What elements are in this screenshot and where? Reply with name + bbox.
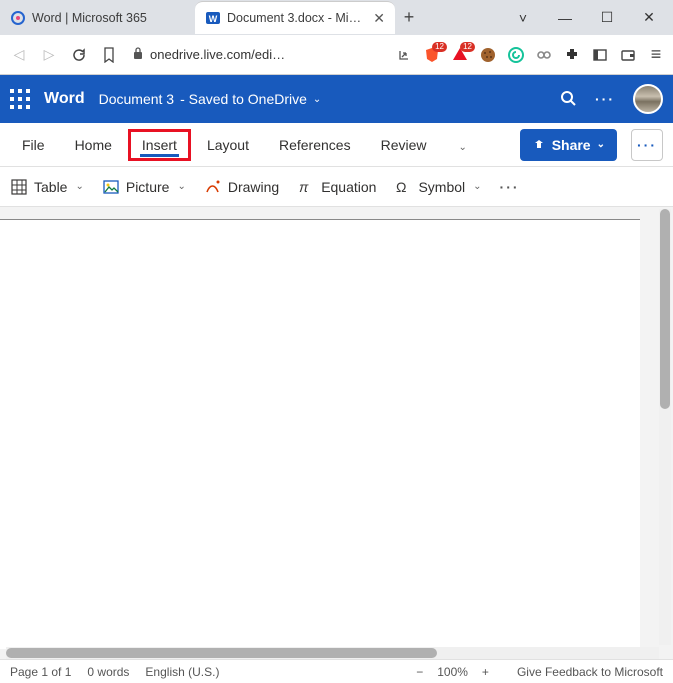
hamburger-menu-icon[interactable]: ≡ (645, 44, 667, 66)
svg-text:Ω: Ω (396, 179, 406, 195)
picture-button[interactable]: Picture ⌄ (102, 178, 186, 196)
lock-icon (132, 46, 144, 63)
search-icon[interactable] (559, 89, 577, 110)
more-options-icon[interactable]: ··· (595, 91, 615, 107)
symbol-button[interactable]: Ω Symbol ⌄ (394, 178, 481, 196)
symbol-label: Symbol (418, 179, 465, 195)
maximize-button[interactable]: ☐ (587, 9, 627, 26)
language[interactable]: English (U.S.) (145, 665, 219, 679)
doc-name: Document 3 (99, 91, 174, 107)
url-text: onedrive.live.com/edi… (150, 47, 285, 62)
chevron-down-icon: ⌄ (313, 94, 321, 105)
share-label: Share (552, 137, 591, 153)
word-title-bar: Word Document 3 - Saved to OneDrive ⌄ ··… (0, 75, 673, 123)
window-controls: ˅ — ☐ ✕ (503, 0, 669, 35)
chevron-down-icon: ⌄ (597, 139, 605, 150)
save-status: - Saved to OneDrive (180, 91, 307, 107)
share-button[interactable]: Share ⌄ (520, 129, 617, 161)
vertical-scroll-thumb[interactable] (660, 209, 670, 409)
user-avatar[interactable] (633, 84, 663, 114)
status-bar: Page 1 of 1 0 words English (U.S.) − 100… (0, 659, 673, 683)
toolbar-more-icon[interactable]: ··· (500, 179, 520, 195)
new-tab-button[interactable]: + (395, 4, 423, 32)
cookie-icon[interactable] (477, 44, 499, 66)
bookmark-icon[interactable] (96, 42, 122, 68)
extensions-icon[interactable] (561, 44, 583, 66)
browser-tab-inactive[interactable]: Word | Microsoft 365 (0, 1, 195, 34)
office-icon (10, 10, 26, 26)
tab-title: Document 3.docx - Micros (227, 11, 367, 25)
wallet-icon[interactable] (617, 44, 639, 66)
zoom-in-button[interactable]: + (482, 665, 489, 679)
badge: 12 (432, 42, 447, 52)
document-workspace (0, 207, 673, 659)
chevron-down-icon: ⌄ (75, 181, 83, 192)
insert-toolbar: Table ⌄ Picture ⌄ Drawing π Equation Ω Sym… (0, 167, 673, 207)
chevron-down-icon: ⌄ (177, 181, 185, 192)
caret-down-icon[interactable]: ˅ (503, 10, 543, 26)
svg-text:π: π (299, 179, 309, 195)
app-name[interactable]: Word (44, 90, 85, 108)
word-count[interactable]: 0 words (87, 665, 129, 679)
tab-home[interactable]: Home (63, 131, 124, 159)
drawing-button[interactable]: Drawing (204, 178, 279, 196)
table-label: Table (34, 179, 67, 195)
tab-file[interactable]: File (10, 131, 57, 159)
tab-review[interactable]: Review (369, 131, 439, 159)
app-launcher-icon[interactable] (10, 89, 30, 109)
reload-button[interactable] (66, 42, 92, 68)
close-window-button[interactable]: ✕ (629, 9, 669, 26)
badge: 12 (460, 42, 475, 52)
feedback-link[interactable]: Give Feedback to Microsoft (517, 665, 663, 679)
horizontal-scrollbar[interactable] (6, 647, 659, 659)
ribbon-tabs: File Home Insert Layout References Revie… (0, 123, 673, 167)
more-tabs-chevron[interactable]: ⌄ (444, 131, 478, 159)
tab-insert[interactable]: Insert (130, 131, 189, 159)
browser-address-bar: ◁ ▷ onedrive.live.com/edi… 12 12 (0, 35, 673, 75)
svg-text:W: W (209, 14, 218, 24)
chevron-down-icon: ⌄ (473, 181, 481, 192)
horizontal-scroll-thumb[interactable] (6, 648, 437, 658)
close-icon[interactable]: ✕ (373, 10, 385, 27)
tab-layout[interactable]: Layout (195, 131, 261, 159)
document-title[interactable]: Document 3 - Saved to OneDrive ⌄ (99, 91, 322, 107)
zoom-level[interactable]: 100% (437, 665, 468, 679)
share-icon[interactable] (393, 44, 415, 66)
tab-title: Word | Microsoft 365 (32, 11, 185, 25)
drawing-label: Drawing (228, 179, 279, 195)
brave-shield-icon[interactable]: 12 (421, 44, 443, 66)
picture-label: Picture (126, 179, 170, 195)
browser-tab-active[interactable]: W Document 3.docx - Micros ✕ (195, 1, 395, 34)
extension-row: 12 12 ≡ (393, 44, 667, 66)
page-count[interactable]: Page 1 of 1 (10, 665, 71, 679)
nav-back-button[interactable]: ◁ (6, 42, 32, 68)
vertical-scrollbar[interactable] (659, 209, 671, 645)
tab-references[interactable]: References (267, 131, 363, 159)
document-page[interactable] (0, 219, 640, 649)
word-icon: W (205, 10, 221, 26)
grammarly-icon[interactable] (505, 44, 527, 66)
equation-button[interactable]: π Equation (297, 178, 376, 196)
browser-tabstrip: Word | Microsoft 365 W Document 3.docx -… (0, 0, 673, 35)
url-display[interactable]: onedrive.live.com/edi… (132, 46, 302, 63)
nav-forward-button[interactable]: ▷ (36, 42, 62, 68)
zoom-out-button[interactable]: − (416, 665, 423, 679)
mode-switch-button[interactable]: ··· (631, 129, 663, 161)
minimize-button[interactable]: — (545, 10, 585, 26)
equation-label: Equation (321, 179, 376, 195)
adblock-icon[interactable]: 12 (449, 44, 471, 66)
table-button[interactable]: Table ⌄ (10, 178, 84, 196)
link-icon[interactable] (533, 44, 555, 66)
sidepanel-icon[interactable] (589, 44, 611, 66)
